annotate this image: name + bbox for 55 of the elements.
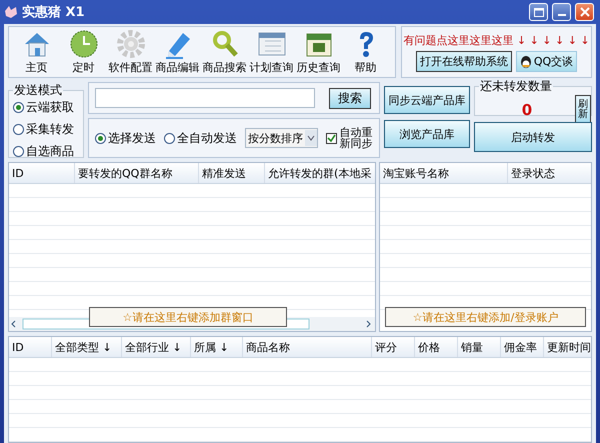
column-header[interactable]: 全部行业 ↓ [122, 337, 191, 357]
close-icon [580, 7, 590, 17]
column-header[interactable]: 商品名称 [243, 337, 372, 357]
clock-icon [68, 29, 98, 59]
close-button[interactable] [575, 3, 594, 21]
toolbar-button[interactable]: 帮助 [342, 29, 389, 75]
column-header[interactable]: 评分 [372, 337, 415, 357]
column-header[interactable]: 更新时间 [544, 337, 591, 357]
column-header[interactable]: 佣金率 [501, 337, 544, 357]
column-header[interactable]: ID [9, 337, 52, 357]
pig-logo-icon [4, 5, 18, 19]
penguin-icon [520, 54, 532, 68]
column-header[interactable]: 所属 ↓ [191, 337, 243, 357]
toolbar-button[interactable]: 历史查询 [295, 29, 342, 75]
column-header[interactable]: 淘宝账号名称 [380, 163, 508, 183]
restore-button[interactable] [529, 3, 548, 21]
column-header[interactable]: 全部类型 ↓ [52, 337, 122, 357]
column-header[interactable]: 登录状态 [508, 163, 591, 183]
radio-option[interactable]: 云端获取 [13, 99, 79, 116]
help-notice[interactable]: 有问题点这里这里这里 ↓ ↓ ↓ ↓ ↓ ↓ [403, 32, 590, 48]
auto-resync-checkbox[interactable]: 自动重新同步 [326, 127, 373, 149]
window-icon [534, 8, 544, 16]
radio-option[interactable]: 采集转发 [13, 121, 79, 138]
toolbar-button[interactable]: 主页 [13, 29, 60, 75]
gear-icon [116, 29, 146, 59]
pending-count: 0 [520, 101, 534, 119]
radio-option[interactable]: 自选商品 [13, 143, 79, 160]
column-header[interactable]: 允许转发的群(本地采 [265, 163, 375, 183]
browse-library-button[interactable]: 浏览产品库 [384, 120, 470, 148]
group-title: 发送模式 [13, 82, 63, 99]
column-header[interactable]: 价格 [415, 337, 458, 357]
toolbar-button[interactable]: 商品搜索 [201, 29, 248, 75]
radio-option[interactable]: 全自动发送 [164, 130, 237, 146]
toolbar-button[interactable]: 定时 [60, 29, 107, 75]
sort-dropdown[interactable]: 按分数排序 [245, 128, 318, 148]
column-header[interactable]: 精准发送 [199, 163, 265, 183]
search-button[interactable]: 搜索 [329, 88, 371, 108]
minimize-icon [558, 14, 566, 16]
column-header[interactable]: 要转发的QQ群名称 [75, 163, 199, 183]
toolbar-button[interactable]: 商品编辑 [154, 29, 201, 75]
counter-title: 还未转发数量 [479, 78, 553, 95]
column-header[interactable]: 销量 [458, 337, 501, 357]
toolbar-button[interactable]: 计划查询 [248, 29, 295, 75]
toolbar-button[interactable]: 软件配置 [107, 29, 154, 75]
radio-option[interactable]: 选择发送 [95, 130, 156, 146]
minimize-button[interactable] [552, 3, 571, 21]
search-field[interactable] [95, 88, 315, 108]
refresh-button[interactable]: 刷新 [575, 95, 591, 125]
caret-icon [305, 130, 317, 146]
help-system-button[interactable]: 打开在线帮助系统 [416, 50, 512, 72]
window-title: 实惠猪 X1 [22, 4, 86, 21]
qq-chat-button[interactable]: QQ交谈 [516, 50, 578, 72]
start-forward-button[interactable]: 启动转发 [474, 122, 592, 152]
sync-library-button[interactable]: 同步云端产品库 [384, 86, 470, 114]
column-header[interactable]: ID [9, 163, 75, 183]
